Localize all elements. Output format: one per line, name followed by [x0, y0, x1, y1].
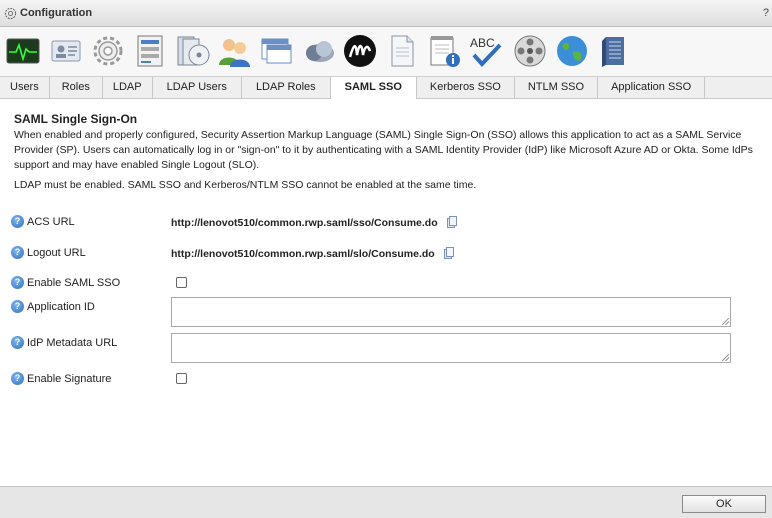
tab-ldap-users[interactable]: LDAP Users — [153, 77, 242, 98]
svg-text:ABC: ABC — [470, 36, 495, 50]
acs-url-row: ? ACS URL — [11, 215, 75, 228]
globe-icon[interactable] — [554, 33, 590, 69]
users-icon[interactable] — [216, 33, 252, 69]
enable-signature-row: ? Enable Signature — [11, 372, 112, 385]
tab-ntlm-sso[interactable]: NTLM SSO — [515, 77, 599, 98]
brand-logo-icon[interactable] — [342, 33, 378, 69]
tab-kerberos-sso[interactable]: Kerberos SSO — [417, 77, 515, 98]
tab-bar: Users Roles LDAP LDAP Users LDAP Roles S… — [0, 77, 772, 99]
logout-url-label: Logout URL — [27, 247, 86, 259]
idp-metadata-url-row: ? IdP Metadata URL — [11, 336, 118, 349]
idp-metadata-url-input[interactable] — [171, 333, 731, 363]
id-card-icon[interactable] — [48, 33, 84, 69]
idp-metadata-url-label: IdP Metadata URL — [27, 337, 118, 349]
help-icon[interactable]: ? — [11, 300, 24, 313]
copy-icon[interactable] — [446, 216, 457, 228]
acs-url-label: ACS URL — [27, 216, 75, 228]
enable-signature-label: Enable Signature — [27, 373, 112, 385]
server-rack-icon[interactable] — [596, 33, 632, 69]
windows-icon[interactable] — [258, 33, 294, 69]
help-icon[interactable]: ? — [11, 336, 24, 349]
tab-application-sso[interactable]: Application SSO — [598, 77, 706, 98]
dialog-footer: OK — [0, 486, 772, 518]
help-icon[interactable]: ? — [11, 215, 24, 228]
film-reel-icon[interactable] — [512, 33, 548, 69]
resize-grip-icon[interactable] — [722, 318, 729, 325]
resize-grip-icon[interactable] — [722, 354, 729, 361]
application-id-row: ? Application ID — [11, 300, 95, 313]
logout-url-value: http://lenovot510/common.rwp.saml/slo/Co… — [171, 248, 435, 260]
application-id-label: Application ID — [27, 301, 95, 313]
help-icon[interactable]: ? — [11, 246, 24, 259]
window-titlebar: Configuration ? — [0, 0, 772, 27]
gear-icon — [4, 7, 17, 20]
notepad-info-icon[interactable] — [426, 33, 462, 69]
cloud-icon[interactable] — [300, 33, 336, 69]
tab-ldap-roles[interactable]: LDAP Roles — [242, 77, 331, 98]
help-icon[interactable]: ? — [11, 372, 24, 385]
saml-sso-panel: SAML Single Sign-On When enabled and pro… — [14, 112, 759, 191]
section-note: LDAP must be enabled. SAML SSO and Kerbe… — [14, 179, 477, 191]
copy-icon[interactable] — [443, 247, 454, 259]
acs-url-value: http://lenovot510/common.rwp.saml/sso/Co… — [171, 217, 438, 229]
ok-button[interactable]: OK — [682, 495, 766, 513]
application-id-input[interactable] — [171, 297, 731, 327]
enable-saml-sso-label: Enable SAML SSO — [27, 277, 121, 289]
section-title: SAML Single Sign-On — [14, 112, 138, 126]
tab-users[interactable]: Users — [0, 77, 50, 98]
tab-saml-sso[interactable]: SAML SSO — [330, 77, 417, 99]
window-title: Configuration — [20, 7, 93, 19]
enable-signature-checkbox[interactable] — [176, 373, 187, 384]
toolbar: ABC — [0, 27, 772, 77]
logout-url-row: ? Logout URL — [11, 246, 86, 259]
disk-stack-icon[interactable] — [174, 33, 210, 69]
tab-roles[interactable]: Roles — [50, 77, 103, 98]
help-icon[interactable]: ? — [11, 276, 24, 289]
document-icon[interactable] — [384, 33, 420, 69]
tab-ldap[interactable]: LDAP — [103, 77, 153, 98]
enable-saml-sso-row: ? Enable SAML SSO — [11, 276, 121, 289]
help-button[interactable]: ? — [763, 7, 769, 19]
enable-saml-sso-checkbox[interactable] — [176, 277, 187, 288]
logout-url-value-wrap: http://lenovot510/common.rwp.saml/slo/Co… — [171, 247, 454, 260]
spellcheck-abc-icon[interactable]: ABC — [468, 33, 506, 69]
section-description: When enabled and properly configured, Se… — [14, 129, 753, 171]
acs-url-value-wrap: http://lenovot510/common.rwp.saml/sso/Co… — [171, 216, 457, 229]
activity-monitor-icon[interactable] — [5, 33, 41, 69]
server-list-icon[interactable] — [132, 33, 168, 69]
gear-icon[interactable] — [90, 33, 126, 69]
